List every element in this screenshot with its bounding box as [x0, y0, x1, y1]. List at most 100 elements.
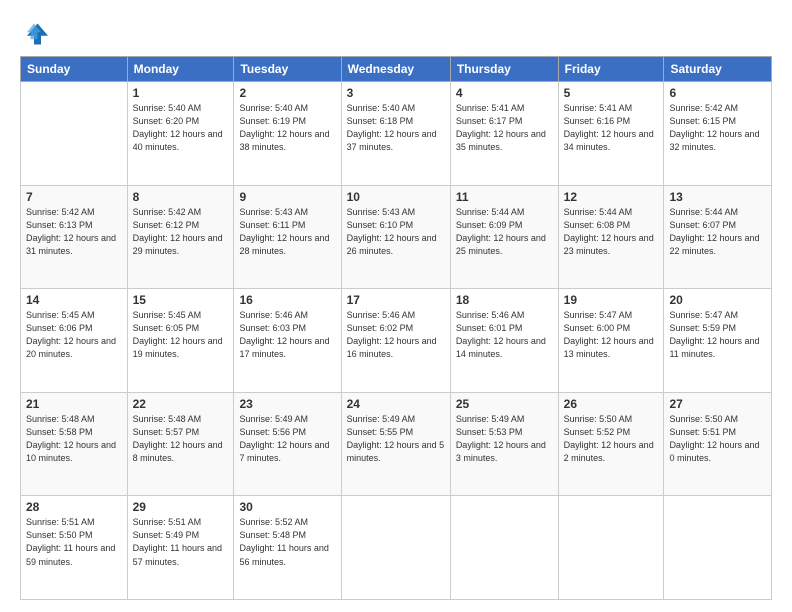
col-header-friday: Friday: [558, 57, 664, 82]
logo: [20, 20, 52, 48]
cell-info: Sunrise: 5:42 AMSunset: 6:13 PMDaylight:…: [26, 207, 116, 256]
day-number: 11: [456, 190, 553, 204]
day-number: 26: [564, 397, 659, 411]
col-header-saturday: Saturday: [664, 57, 772, 82]
calendar-cell: 27Sunrise: 5:50 AMSunset: 5:51 PMDayligh…: [664, 392, 772, 496]
cell-info: Sunrise: 5:50 AMSunset: 5:52 PMDaylight:…: [564, 414, 654, 463]
day-number: 22: [133, 397, 229, 411]
day-number: 15: [133, 293, 229, 307]
day-number: 1: [133, 86, 229, 100]
cell-info: Sunrise: 5:40 AMSunset: 6:18 PMDaylight:…: [347, 103, 437, 152]
cell-info: Sunrise: 5:41 AMSunset: 6:17 PMDaylight:…: [456, 103, 546, 152]
cell-info: Sunrise: 5:50 AMSunset: 5:51 PMDaylight:…: [669, 414, 759, 463]
day-number: 6: [669, 86, 766, 100]
cell-info: Sunrise: 5:46 AMSunset: 6:01 PMDaylight:…: [456, 310, 546, 359]
calendar-cell: 17 Sunrise: 5:46 AMSunset: 6:02 PMDayligh…: [341, 289, 450, 393]
calendar-cell: 29Sunrise: 5:51 AMSunset: 5:49 PMDayligh…: [127, 496, 234, 600]
calendar-cell: 21 Sunrise: 5:48 AMSunset: 5:58 PMDayligh…: [21, 392, 128, 496]
cell-info: Sunrise: 5:43 AMSunset: 6:11 PMDaylight:…: [239, 207, 329, 256]
calendar-cell: 22Sunrise: 5:48 AMSunset: 5:57 PMDayligh…: [127, 392, 234, 496]
week-row-2: 7 Sunrise: 5:42 AMSunset: 6:13 PMDaylight…: [21, 185, 772, 289]
cell-info: Sunrise: 5:42 AMSunset: 6:15 PMDaylight:…: [669, 103, 759, 152]
day-number: 8: [133, 190, 229, 204]
cell-info: Sunrise: 5:44 AMSunset: 6:08 PMDaylight:…: [564, 207, 654, 256]
calendar-cell: 25 Sunrise: 5:49 AMSunset: 5:53 PMDayligh…: [450, 392, 558, 496]
col-header-wednesday: Wednesday: [341, 57, 450, 82]
calendar-cell: 3 Sunrise: 5:40 AMSunset: 6:18 PMDaylight…: [341, 82, 450, 186]
day-number: 25: [456, 397, 553, 411]
week-row-5: 28 Sunrise: 5:51 AMSunset: 5:50 PMDayligh…: [21, 496, 772, 600]
calendar-cell: 14 Sunrise: 5:45 AMSunset: 6:06 PMDayligh…: [21, 289, 128, 393]
day-number: 18: [456, 293, 553, 307]
calendar-cell: 1 Sunrise: 5:40 AMSunset: 6:20 PMDaylight…: [127, 82, 234, 186]
cell-info: Sunrise: 5:52 AMSunset: 5:48 PMDaylight:…: [239, 517, 328, 566]
day-number: 24: [347, 397, 445, 411]
day-number: 23: [239, 397, 335, 411]
calendar-cell: 2 Sunrise: 5:40 AMSunset: 6:19 PMDaylight…: [234, 82, 341, 186]
day-number: 10: [347, 190, 445, 204]
week-row-3: 14 Sunrise: 5:45 AMSunset: 6:06 PMDayligh…: [21, 289, 772, 393]
cell-info: Sunrise: 5:49 AMSunset: 5:56 PMDaylight:…: [239, 414, 329, 463]
cell-info: Sunrise: 5:45 AMSunset: 6:05 PMDaylight:…: [133, 310, 223, 359]
cell-info: Sunrise: 5:40 AMSunset: 6:20 PMDaylight:…: [133, 103, 223, 152]
calendar-cell: 20Sunrise: 5:47 AMSunset: 5:59 PMDayligh…: [664, 289, 772, 393]
calendar-cell: 6 Sunrise: 5:42 AMSunset: 6:15 PMDaylight…: [664, 82, 772, 186]
calendar-cell: [341, 496, 450, 600]
calendar-cell: 26 Sunrise: 5:50 AMSunset: 5:52 PMDayligh…: [558, 392, 664, 496]
day-number: 5: [564, 86, 659, 100]
cell-info: Sunrise: 5:45 AMSunset: 6:06 PMDaylight:…: [26, 310, 116, 359]
col-header-tuesday: Tuesday: [234, 57, 341, 82]
calendar-table: SundayMondayTuesdayWednesdayThursdayFrid…: [20, 56, 772, 600]
calendar-cell: [664, 496, 772, 600]
day-number: 20: [669, 293, 766, 307]
cell-info: Sunrise: 5:44 AMSunset: 6:09 PMDaylight:…: [456, 207, 546, 256]
header: [20, 16, 772, 48]
calendar-cell: 12 Sunrise: 5:44 AMSunset: 6:08 PMDayligh…: [558, 185, 664, 289]
day-number: 16: [239, 293, 335, 307]
week-row-1: 1 Sunrise: 5:40 AMSunset: 6:20 PMDaylight…: [21, 82, 772, 186]
cell-info: Sunrise: 5:48 AMSunset: 5:58 PMDaylight:…: [26, 414, 116, 463]
calendar-cell: 9 Sunrise: 5:43 AMSunset: 6:11 PMDaylight…: [234, 185, 341, 289]
calendar-cell: 16 Sunrise: 5:46 AMSunset: 6:03 PMDayligh…: [234, 289, 341, 393]
calendar-cell: 28 Sunrise: 5:51 AMSunset: 5:50 PMDayligh…: [21, 496, 128, 600]
calendar-cell: 11 Sunrise: 5:44 AMSunset: 6:09 PMDayligh…: [450, 185, 558, 289]
day-number: 21: [26, 397, 122, 411]
calendar-cell: 30 Sunrise: 5:52 AMSunset: 5:48 PMDayligh…: [234, 496, 341, 600]
day-number: 19: [564, 293, 659, 307]
cell-info: Sunrise: 5:46 AMSunset: 6:03 PMDaylight:…: [239, 310, 329, 359]
day-number: 30: [239, 500, 335, 514]
day-number: 2: [239, 86, 335, 100]
cell-info: Sunrise: 5:41 AMSunset: 6:16 PMDaylight:…: [564, 103, 654, 152]
page: SundayMondayTuesdayWednesdayThursdayFrid…: [0, 0, 792, 612]
calendar-cell: [558, 496, 664, 600]
header-row: SundayMondayTuesdayWednesdayThursdayFrid…: [21, 57, 772, 82]
calendar-cell: [450, 496, 558, 600]
day-number: 9: [239, 190, 335, 204]
calendar-cell: 5 Sunrise: 5:41 AMSunset: 6:16 PMDaylight…: [558, 82, 664, 186]
cell-info: Sunrise: 5:43 AMSunset: 6:10 PMDaylight:…: [347, 207, 437, 256]
calendar-cell: 23 Sunrise: 5:49 AMSunset: 5:56 PMDayligh…: [234, 392, 341, 496]
cell-info: Sunrise: 5:44 AMSunset: 6:07 PMDaylight:…: [669, 207, 759, 256]
day-number: 7: [26, 190, 122, 204]
calendar-cell: 8 Sunrise: 5:42 AMSunset: 6:12 PMDaylight…: [127, 185, 234, 289]
calendar-cell: 10 Sunrise: 5:43 AMSunset: 6:10 PMDayligh…: [341, 185, 450, 289]
calendar-cell: [21, 82, 128, 186]
logo-icon: [20, 20, 48, 48]
col-header-sunday: Sunday: [21, 57, 128, 82]
calendar-cell: 24 Sunrise: 5:49 AMSunset: 5:55 PMDayligh…: [341, 392, 450, 496]
day-number: 28: [26, 500, 122, 514]
cell-info: Sunrise: 5:51 AMSunset: 5:50 PMDaylight:…: [26, 517, 115, 566]
calendar-cell: 7 Sunrise: 5:42 AMSunset: 6:13 PMDaylight…: [21, 185, 128, 289]
day-number: 17: [347, 293, 445, 307]
day-number: 29: [133, 500, 229, 514]
cell-info: Sunrise: 5:46 AMSunset: 6:02 PMDaylight:…: [347, 310, 437, 359]
day-number: 12: [564, 190, 659, 204]
calendar-cell: 13Sunrise: 5:44 AMSunset: 6:07 PMDayligh…: [664, 185, 772, 289]
cell-info: Sunrise: 5:40 AMSunset: 6:19 PMDaylight:…: [239, 103, 329, 152]
cell-info: Sunrise: 5:49 AMSunset: 5:55 PMDaylight:…: [347, 414, 445, 463]
cell-info: Sunrise: 5:42 AMSunset: 6:12 PMDaylight:…: [133, 207, 223, 256]
day-number: 14: [26, 293, 122, 307]
cell-info: Sunrise: 5:47 AMSunset: 6:00 PMDaylight:…: [564, 310, 654, 359]
day-number: 3: [347, 86, 445, 100]
cell-info: Sunrise: 5:49 AMSunset: 5:53 PMDaylight:…: [456, 414, 546, 463]
